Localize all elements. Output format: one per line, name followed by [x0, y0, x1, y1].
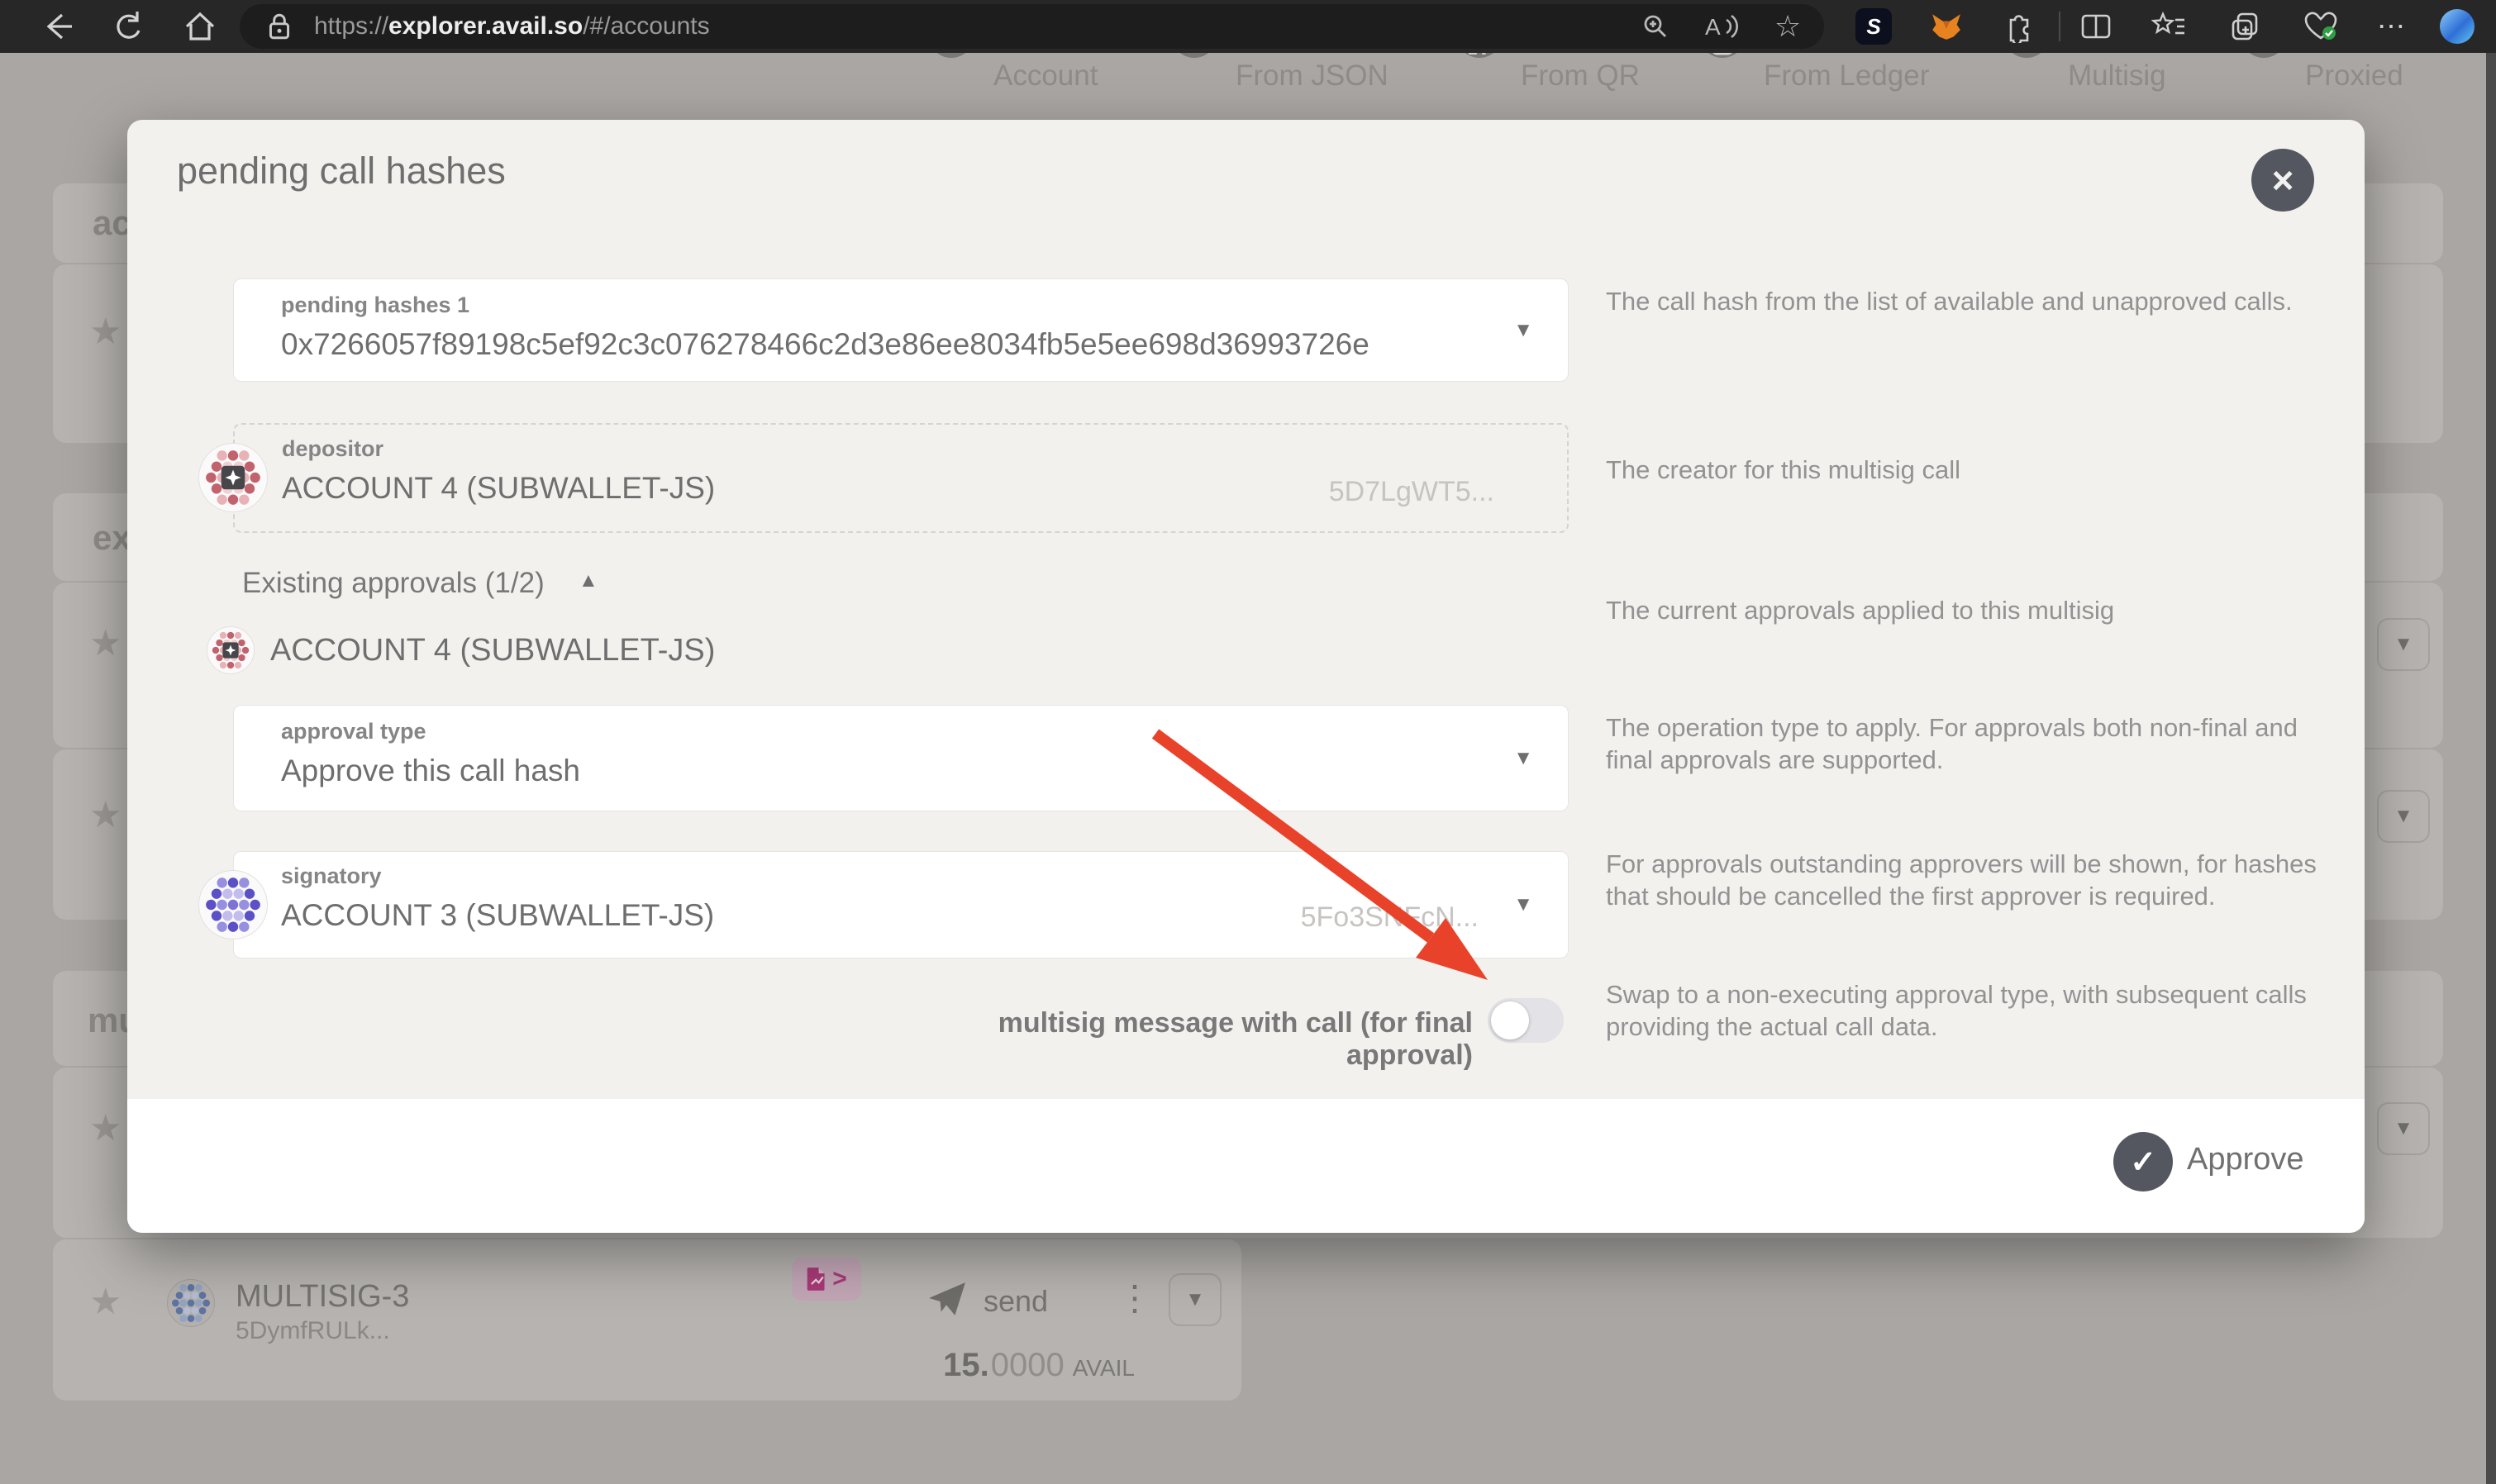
- signatory-value: ACCOUNT 3 (SUBWALLET-JS): [281, 898, 714, 933]
- signed-document-icon: [806, 1266, 827, 1292]
- browser-bar: https://explorer.avail.so/#/accounts A ☆…: [0, 0, 2496, 53]
- extension-section-label: ex: [93, 518, 131, 558]
- signatory-select[interactable]: signatory ACCOUNT 3 (SUBWALLET-JS) 5Fo3S…: [233, 851, 1569, 958]
- read-aloud-icon[interactable]: A: [1701, 0, 1741, 53]
- call-toggle-help: Swap to a non-executing approval type, w…: [1606, 978, 2333, 1043]
- toggle-knob: [1491, 1001, 1529, 1039]
- collapse-chevron-up-icon[interactable]: ▲: [579, 569, 598, 592]
- favorite-star-icon[interactable]: ★: [89, 1111, 121, 1147]
- pending-hashes-select[interactable]: pending hashes 1 0x7266057f89198c5ef92c3…: [233, 278, 1569, 382]
- pending-hashes-help: The call hash from the list of available…: [1606, 285, 2333, 317]
- svg-text:A: A: [1705, 14, 1721, 40]
- close-icon: ×: [2272, 158, 2294, 202]
- pending-signature-badge[interactable]: >: [792, 1258, 861, 1301]
- approval-type-label: approval type: [281, 719, 426, 744]
- toolbar-from-json-button[interactable]: From JSON: [1236, 59, 1389, 93]
- window-edge-scrollbar[interactable]: [2486, 53, 2496, 1484]
- multisig3-name: MULTISIG-3: [236, 1279, 409, 1315]
- add-tab-icon[interactable]: [2229, 0, 2262, 53]
- approver-identicon: [207, 626, 255, 674]
- subwallet-extension-icon[interactable]: S: [1855, 0, 1892, 53]
- chevron-down-icon: ▼: [1513, 747, 1533, 770]
- favorite-star-icon[interactable]: ★: [89, 314, 121, 350]
- favorite-star-icon[interactable]: ★: [89, 797, 121, 834]
- copilot-icon[interactable]: [2439, 0, 2475, 53]
- toolbar-multisig-button[interactable]: Multisig: [2068, 59, 2166, 93]
- check-icon: ✓: [2130, 1144, 2156, 1181]
- row-expand-button[interactable]: ▼: [2377, 1102, 2430, 1155]
- existing-approvals-label: Existing approvals (1/2): [242, 567, 545, 600]
- signatory-label: signatory: [281, 863, 382, 889]
- favorite-star-icon[interactable]: ☆: [1770, 0, 1806, 53]
- settings-more-icon[interactable]: ⋯: [2375, 0, 2408, 53]
- url-text[interactable]: https://explorer.avail.so/#/accounts: [314, 0, 710, 53]
- lock-icon: [263, 0, 296, 53]
- back-icon[interactable]: [39, 0, 75, 53]
- extensions-puzzle-icon[interactable]: [2003, 0, 2035, 53]
- depositor-label: depositor: [282, 436, 383, 462]
- toolbar-account-button[interactable]: Account: [993, 59, 1098, 93]
- call-data-toggle[interactable]: [1488, 998, 1564, 1043]
- send-button[interactable]: send: [984, 1284, 1048, 1319]
- split-screen-icon[interactable]: [2079, 0, 2113, 53]
- row-expand-button[interactable]: ▼: [2377, 790, 2430, 843]
- approve-button-label[interactable]: Approve: [2187, 1142, 2304, 1177]
- zoom-icon[interactable]: [1637, 0, 1674, 53]
- signatory-identicon: [198, 870, 268, 939]
- modal-title: pending call hashes: [177, 150, 506, 193]
- approval-type-help: The operation type to apply. For approva…: [1606, 711, 2333, 776]
- multisig3-identicon: [167, 1279, 215, 1327]
- browser-essentials-icon[interactable]: [2302, 0, 2340, 53]
- toolbar-divider: [2059, 12, 2060, 41]
- approval-type-value: Approve this call hash: [281, 754, 580, 788]
- chevron-right-icon: >: [832, 1265, 847, 1293]
- row-expand-button[interactable]: ▼: [1169, 1273, 1222, 1326]
- chevron-down-icon: ▼: [1513, 893, 1533, 916]
- chevron-down-icon: ▼: [1513, 319, 1533, 342]
- pending-hashes-value: 0x7266057f89198c5ef92c3c076278466c2d3e86…: [281, 327, 1369, 362]
- existing-approvals-help: The current approvals applied to this mu…: [1606, 594, 2333, 626]
- multisig3-address: 5DymfRULk...: [236, 1317, 390, 1345]
- signatory-help: For approvals outstanding approvers will…: [1606, 848, 2333, 912]
- multisig3-balance: 15.0000AVAIL: [826, 1347, 1135, 1384]
- modal-footer: ✓ Approve: [127, 1099, 2365, 1233]
- toolbar-from-qr-button[interactable]: From QR: [1521, 59, 1640, 93]
- accounts-section-label: ac: [93, 203, 131, 243]
- depositor-field: depositor ACCOUNT 4 (SUBWALLET-JS) 5D7Lg…: [233, 423, 1569, 533]
- depositor-identicon: [198, 443, 268, 512]
- favorite-star-icon[interactable]: ★: [89, 1284, 121, 1320]
- depositor-help: The creator for this multisig call: [1606, 454, 2333, 486]
- approval-type-select[interactable]: approval type Approve this call hash ▼: [233, 705, 1569, 811]
- screen: + Account From JSON From QR From Ledger …: [0, 0, 2496, 1484]
- depositor-address: 5D7LgWT5...: [1329, 476, 1494, 508]
- call-toggle-label: multisig message with call (for final ap…: [894, 1007, 1473, 1072]
- send-icon[interactable]: [927, 1281, 967, 1317]
- signatory-address: 5Fo3SNFcN...: [1301, 901, 1479, 934]
- depositor-value: ACCOUNT 4 (SUBWALLET-JS): [282, 471, 715, 506]
- pending-call-hashes-modal: pending call hashes × pending hashes 1 0…: [127, 120, 2365, 1233]
- toolbar-from-ledger-button[interactable]: From Ledger: [1764, 59, 1929, 93]
- approve-button[interactable]: ✓: [2113, 1132, 2173, 1191]
- toolbar-proxied-button[interactable]: Proxied: [2305, 59, 2403, 93]
- home-icon[interactable]: [182, 0, 218, 53]
- row-expand-button[interactable]: ▼: [2377, 618, 2430, 671]
- row-menu-icon[interactable]: ⋮: [1117, 1281, 1152, 1315]
- refresh-icon[interactable]: [110, 0, 146, 53]
- approver-account: ACCOUNT 4 (SUBWALLET-JS): [270, 633, 715, 668]
- close-button[interactable]: ×: [2251, 149, 2314, 212]
- metamask-extension-icon[interactable]: [1930, 0, 1963, 53]
- pending-hashes-label: pending hashes 1: [281, 293, 469, 318]
- favorite-star-icon[interactable]: ★: [89, 625, 121, 662]
- collections-icon[interactable]: [2151, 0, 2187, 53]
